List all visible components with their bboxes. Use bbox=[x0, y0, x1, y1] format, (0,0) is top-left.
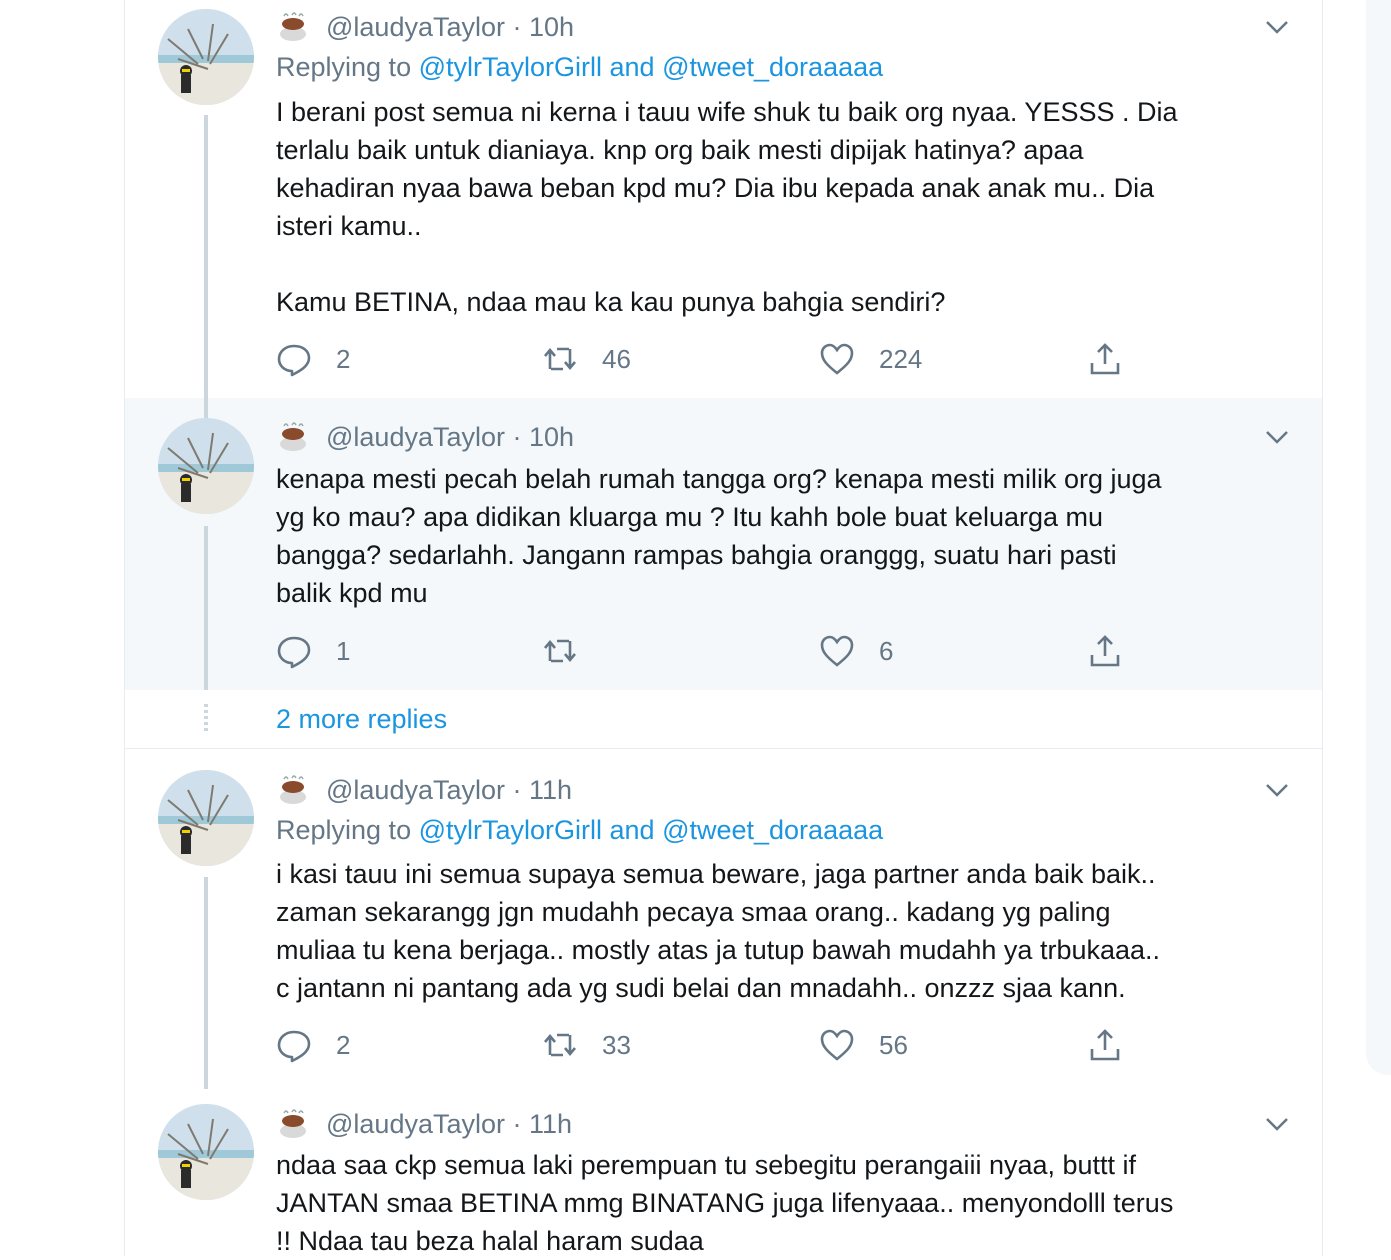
thread-dots bbox=[204, 704, 208, 734]
avatar[interactable] bbox=[158, 418, 254, 514]
tweet-text: ndaa saa ckp semua laki perempuan tu seb… bbox=[276, 1150, 1174, 1256]
avatar-beach-photo bbox=[158, 1104, 254, 1200]
more-replies-link[interactable]: 2 more replies bbox=[276, 704, 447, 735]
tweet-4[interactable]: @laudyaTaylor · 11h ndaa saa ckp semua l… bbox=[125, 1089, 1322, 1256]
coffee-emoji-icon bbox=[276, 10, 310, 44]
share-button[interactable] bbox=[1087, 1025, 1147, 1065]
timestamp[interactable]: · 10h bbox=[513, 12, 575, 43]
share-button[interactable] bbox=[1087, 631, 1147, 671]
tweet-actions: 1 6 bbox=[276, 631, 1136, 671]
retweet-count: 33 bbox=[602, 1029, 631, 1060]
tweet-actions: 2 46 224 bbox=[276, 339, 1136, 379]
tweet-header: @laudyaTaylor · 10h bbox=[276, 420, 574, 454]
reply-icon bbox=[277, 1030, 311, 1063]
reply-count: 2 bbox=[336, 1029, 351, 1060]
avatar[interactable] bbox=[158, 1104, 254, 1200]
chevron-down-icon[interactable] bbox=[1264, 777, 1290, 803]
like-button[interactable]: 6 bbox=[819, 631, 893, 671]
right-scroll-rail bbox=[1366, 0, 1391, 1075]
tweet-header: @laudyaTaylor · 10h bbox=[276, 10, 574, 44]
username[interactable]: @laudyaTaylor bbox=[326, 422, 505, 453]
reply-icon bbox=[277, 344, 311, 377]
like-count: 224 bbox=[879, 343, 923, 374]
thread-line bbox=[204, 877, 208, 1089]
like-count: 6 bbox=[879, 635, 894, 666]
coffee-emoji-icon bbox=[276, 1107, 310, 1141]
username[interactable]: @laudyaTaylor bbox=[326, 775, 505, 806]
username[interactable]: @laudyaTaylor bbox=[326, 1109, 505, 1140]
retweet-icon bbox=[544, 1033, 576, 1057]
coffee-emoji-icon bbox=[276, 420, 310, 454]
share-icon bbox=[1090, 343, 1120, 375]
tweet-header: @laudyaTaylor · 11h bbox=[276, 773, 572, 807]
tweet-header: @laudyaTaylor · 11h bbox=[276, 1107, 572, 1141]
chevron-down-icon[interactable] bbox=[1264, 14, 1290, 40]
avatar-beach-photo bbox=[158, 418, 254, 514]
retweet-button[interactable] bbox=[542, 631, 602, 671]
username[interactable]: @laudyaTaylor bbox=[326, 12, 505, 43]
avatar-beach-photo bbox=[158, 9, 254, 105]
chevron-down-icon[interactable] bbox=[1264, 424, 1290, 450]
thread-line bbox=[204, 115, 208, 398]
timestamp[interactable]: · 10h bbox=[513, 422, 575, 453]
like-button[interactable]: 56 bbox=[819, 1025, 908, 1065]
avatar-beach-photo bbox=[158, 770, 254, 866]
avatar[interactable] bbox=[158, 9, 254, 105]
retweet-count: 46 bbox=[602, 343, 631, 374]
replying-users-link[interactable]: @tylrTaylorGirll and @tweet_doraaaaa bbox=[419, 52, 884, 82]
reply-button[interactable]: 2 bbox=[276, 1025, 350, 1065]
retweet-button[interactable]: 46 bbox=[542, 339, 631, 379]
like-icon bbox=[820, 635, 854, 667]
tweet-text: i kasi tauu ini semua supaya semua bewar… bbox=[276, 859, 1161, 1003]
replying-to: Replying to @tylrTaylorGirll and @tweet_… bbox=[276, 815, 883, 846]
tweet-2[interactable]: @laudyaTaylor · 10h kenapa mesti pecah b… bbox=[125, 398, 1322, 690]
replying-label: Replying to bbox=[276, 52, 412, 82]
replying-users-link[interactable]: @tylrTaylorGirll and @tweet_doraaaaa bbox=[419, 815, 884, 845]
like-icon bbox=[820, 1029, 854, 1061]
reply-button[interactable]: 2 bbox=[276, 339, 350, 379]
tweet-text: I berani post semua ni kerna i tauu wife… bbox=[276, 97, 1178, 317]
thread-line bbox=[204, 526, 208, 690]
retweet-button[interactable]: 33 bbox=[542, 1025, 631, 1065]
timestamp[interactable]: · 11h bbox=[513, 1109, 573, 1140]
timestamp[interactable]: · 11h bbox=[513, 775, 573, 806]
like-count: 56 bbox=[879, 1029, 908, 1060]
chevron-down-icon[interactable] bbox=[1264, 1111, 1290, 1137]
reply-count: 1 bbox=[336, 635, 351, 666]
share-button[interactable] bbox=[1087, 339, 1147, 379]
like-icon bbox=[820, 343, 854, 375]
tweet-text: kenapa mesti pecah belah rumah tangga or… bbox=[276, 464, 1162, 608]
thread-line bbox=[204, 398, 208, 418]
avatar[interactable] bbox=[158, 770, 254, 866]
tweet-1[interactable]: @laudyaTaylor · 10h Replying to @tylrTay… bbox=[125, 0, 1322, 398]
tweet-3[interactable]: @laudyaTaylor · 11h Replying to @tylrTay… bbox=[125, 749, 1322, 1089]
coffee-emoji-icon bbox=[276, 773, 310, 807]
reply-button[interactable]: 1 bbox=[276, 631, 350, 671]
replying-to: Replying to @tylrTaylorGirll and @tweet_… bbox=[276, 52, 883, 83]
reply-icon bbox=[277, 636, 311, 669]
replying-label: Replying to bbox=[276, 815, 412, 845]
retweet-icon bbox=[544, 347, 576, 371]
conversation-timeline: @laudyaTaylor · 10h Replying to @tylrTay… bbox=[124, 0, 1323, 1256]
like-button[interactable]: 224 bbox=[819, 339, 922, 379]
reply-count: 2 bbox=[336, 343, 351, 374]
share-icon bbox=[1090, 1029, 1120, 1061]
retweet-icon bbox=[544, 639, 576, 663]
tweet-actions: 2 33 56 bbox=[276, 1025, 1136, 1065]
share-icon bbox=[1090, 635, 1120, 667]
